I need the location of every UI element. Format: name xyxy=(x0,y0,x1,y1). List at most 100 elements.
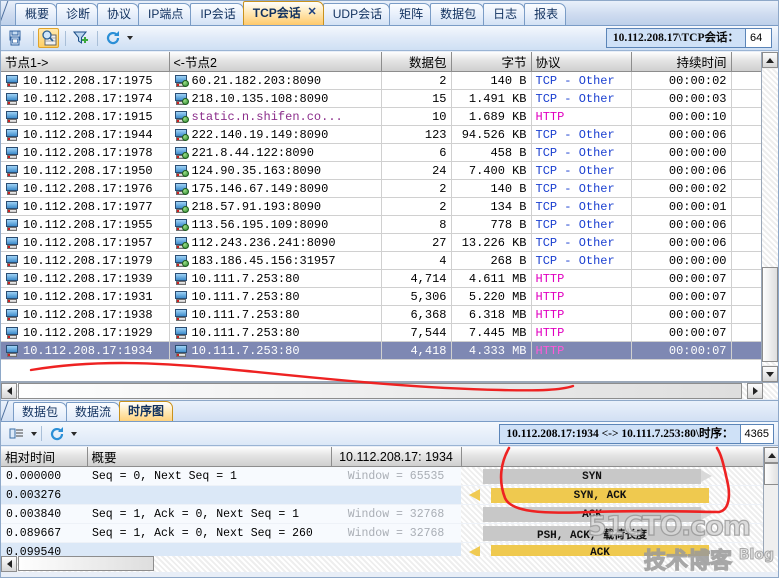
sequence-scroll-up-button[interactable] xyxy=(764,447,778,463)
cell-node1: 10.112.208.17:1977 xyxy=(1,197,170,216)
h-scrollbar-thumb[interactable] xyxy=(18,383,742,399)
sequence-row[interactable]: 0.003276 SYN, ACK xyxy=(1,485,763,505)
tab-ip-session[interactable]: IP会话 xyxy=(190,3,244,25)
cell-extra xyxy=(731,89,764,108)
filter-button[interactable] xyxy=(70,28,91,48)
cell-duration: 00:00:06 xyxy=(631,125,732,144)
column-header-summary[interactable]: 概要 xyxy=(87,447,332,467)
cell-diagram: SYN, ACK xyxy=(461,485,763,505)
node2-text: 221.8.44.122:8090 xyxy=(191,145,314,160)
tab-tcp-session[interactable]: TCP会话 ✕ xyxy=(242,1,324,25)
scrollbar-thumb[interactable] xyxy=(762,267,778,362)
sequence-h-thumb[interactable] xyxy=(18,556,154,571)
refresh-dropdown-caret-icon[interactable] xyxy=(127,36,133,40)
table-row[interactable]: 10.112.208.17:1938 10.111.7.253:80 6,368 6.… xyxy=(1,305,764,324)
column-header-duration[interactable]: 持续时间 xyxy=(631,52,732,72)
bottom-tab-packets[interactable]: 数据包 xyxy=(13,402,68,421)
sequence-row[interactable]: 0.003840 Seq = 1, Ack = 0, Next Seq = 1 Wi… xyxy=(1,504,763,524)
grid-horizontal-scrollbar[interactable] xyxy=(1,382,778,399)
scroll-up-button[interactable] xyxy=(762,52,778,68)
session-count-value: 64 xyxy=(745,29,771,47)
close-icon[interactable]: ✕ xyxy=(308,6,317,18)
refresh-button[interactable] xyxy=(102,28,123,48)
table-row[interactable]: 10.112.208.17:1974 218.10.135.108:8090 15 1… xyxy=(1,89,764,108)
sequence-row[interactable]: 0.089667 Seq = 1, Ack = 0, Next Seq = 260… xyxy=(1,523,763,543)
cell-extra xyxy=(731,179,764,198)
sequence-horizontal-scrollbar[interactable] xyxy=(1,556,778,572)
node1-text: 10.112.208.17:1974 xyxy=(23,91,153,106)
cell-protocol: TCP - Other xyxy=(531,143,632,162)
column-header-endpoint[interactable]: 10.112.208.17: 1934 xyxy=(331,447,462,467)
table-row[interactable]: 10.112.208.17:1944 222.140.19.149:8090 123… xyxy=(1,125,764,144)
sequence-scrollbar-thumb[interactable] xyxy=(764,463,778,485)
sequence-row[interactable]: 0.000000 Seq = 0, Next Seq = 1 Window = 65… xyxy=(1,466,763,486)
bottom-refresh-button[interactable] xyxy=(46,424,67,444)
cell-relative-time: 0.003276 xyxy=(1,485,87,505)
table-row[interactable]: 10.112.208.17:1978 221.8.44.122:8090 6 458 … xyxy=(1,143,764,162)
tab-matrix[interactable]: 矩阵 xyxy=(389,3,432,25)
column-header-node2[interactable]: <-节点2 xyxy=(169,52,382,72)
bottom-tab-datastream[interactable]: 数据流 xyxy=(66,402,121,421)
tab-packets[interactable]: 数据包 xyxy=(430,3,485,25)
table-row[interactable]: 10.112.208.17:1977 218.57.91.193:8090 2 134… xyxy=(1,197,764,216)
computer-icon xyxy=(5,272,19,285)
grid-vertical-scrollbar[interactable] xyxy=(761,52,778,382)
table-row[interactable]: 10.112.208.17:1915 static.n.shifen.co... 1… xyxy=(1,107,764,126)
cell-packets: 2 xyxy=(381,197,452,216)
tab-diagnosis[interactable]: 诊断 xyxy=(56,3,99,25)
tab-log[interactable]: 日志 xyxy=(483,3,526,25)
column-header-packets[interactable]: 数据包 xyxy=(381,52,452,72)
table-row[interactable]: 10.112.208.17:1975 60.21.182.203:8090 2 140… xyxy=(1,71,764,90)
cell-protocol: HTTP xyxy=(531,323,632,342)
globe-icon xyxy=(181,97,189,105)
scroll-down-button[interactable] xyxy=(762,366,778,382)
bottom-tab-sequence-chart[interactable]: 时序图 xyxy=(119,401,174,421)
node1-text: 10.112.208.17:1938 xyxy=(23,307,153,322)
scroll-left-button[interactable] xyxy=(1,383,17,399)
sequence-scroll-left-button[interactable] xyxy=(1,556,17,572)
cell-node2: 10.111.7.253:80 xyxy=(169,287,382,306)
tab-label: 日志 xyxy=(493,7,518,21)
table-row[interactable]: 10.112.208.17:1929 10.111.7.253:80 7,544 7.… xyxy=(1,323,764,342)
tab-report[interactable]: 报表 xyxy=(524,3,567,25)
sequence-vertical-scrollbar[interactable] xyxy=(763,447,778,565)
computer-icon xyxy=(174,326,188,339)
main-toolbar: 10.112.208.17\TCP会话： 64 xyxy=(1,26,778,51)
cell-node2: 10.111.7.253:80 xyxy=(169,323,382,342)
bottom-refresh-caret-icon[interactable] xyxy=(71,431,77,436)
layout-dropdown-caret-icon[interactable] xyxy=(31,431,37,436)
table-row[interactable]: 10.112.208.17:1976 175.146.67.149:8090 2 14… xyxy=(1,179,764,198)
column-header-bytes[interactable]: 字节 xyxy=(451,52,532,72)
column-header-node1[interactable]: 节点1-> xyxy=(1,52,170,72)
column-header-protocol[interactable]: 协议 xyxy=(531,52,632,72)
cell-protocol: TCP - Other xyxy=(531,179,632,198)
tab-ip-endpoint[interactable]: IP端点 xyxy=(138,3,192,25)
sequence-chart-grid[interactable]: 相对时间 概要 10.112.208.17: 1934 0.000000 Seq … xyxy=(1,447,778,565)
tab-protocol[interactable]: 协议 xyxy=(97,3,140,25)
table-row[interactable]: 10.112.208.17:1979 183.186.45.156:31957 4 2… xyxy=(1,251,764,270)
find-button[interactable] xyxy=(38,28,59,48)
tab-udp-session[interactable]: UDP会话 xyxy=(322,3,391,25)
table-row[interactable]: 10.112.208.17:1950 124.90.35.163:8090 24 7.… xyxy=(1,161,764,180)
tab-overview[interactable]: 概要 xyxy=(15,3,58,25)
table-row[interactable]: 10.112.208.17:1957 112.243.236.241:8090 27… xyxy=(1,233,764,252)
column-header-extra[interactable] xyxy=(731,52,764,72)
bottom-toolbar-separator xyxy=(41,426,42,441)
scroll-right-button[interactable] xyxy=(747,383,763,399)
cell-packets: 10 xyxy=(381,107,452,126)
column-header-relative-time[interactable]: 相对时间 xyxy=(1,447,88,467)
cell-extra xyxy=(731,215,764,234)
cell-node1: 10.112.208.17:1929 xyxy=(1,323,170,342)
layout-button[interactable] xyxy=(6,424,27,444)
cell-duration: 00:00:01 xyxy=(631,197,732,216)
table-row[interactable]: 10.112.208.17:1955 113.56.195.109:8090 8 77… xyxy=(1,215,764,234)
save-button[interactable] xyxy=(6,28,27,48)
cell-window: Window = 32768 xyxy=(331,523,461,543)
table-row[interactable]: 10.112.208.17:1931 10.111.7.253:80 5,306 5.… xyxy=(1,287,764,306)
column-header-diagram[interactable] xyxy=(461,447,764,467)
table-row[interactable]: 10.112.208.17:1934 10.111.7.253:80 4,418 4.… xyxy=(1,341,764,360)
computer-icon xyxy=(5,326,19,339)
tcp-session-grid[interactable]: 节点1-> <-节点2 数据包 字节 协议 持续时间 10.112.208.17… xyxy=(1,52,778,382)
table-row[interactable]: 10.112.208.17:1939 10.111.7.253:80 4,714 4.… xyxy=(1,269,764,288)
computer-icon xyxy=(174,308,188,321)
